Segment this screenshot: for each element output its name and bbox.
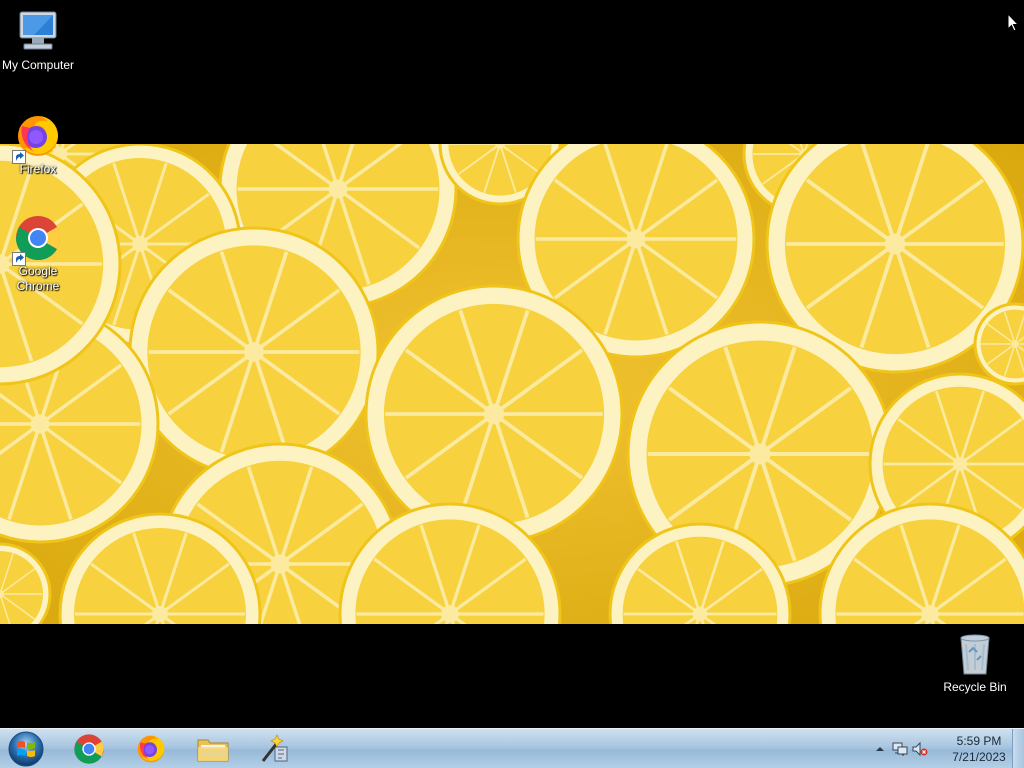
desktop-icon-label: Firefox — [19, 162, 57, 176]
network-icon[interactable] — [892, 741, 908, 757]
folder-icon — [197, 739, 229, 762]
desktop-icon-recycle-bin[interactable]: Recycle Bin — [937, 630, 1013, 695]
desktop-icon-label: Recycle Bin — [943, 680, 1007, 694]
desktop-icon-my-computer[interactable]: My Computer — [0, 8, 76, 73]
mouse-cursor-icon — [1007, 12, 1020, 35]
chrome-icon — [74, 734, 104, 764]
firefox-icon — [12, 112, 62, 164]
taskbar-explorer-button[interactable] — [184, 731, 242, 767]
clock-date: 7/21/2023 — [952, 750, 1006, 764]
recycle-bin-icon — [951, 630, 999, 678]
system-tray: 5:59 PM 7/21/2023 — [864, 729, 1024, 768]
chrome-icon — [12, 214, 62, 266]
clock-time: 5:59 PM — [956, 734, 1002, 748]
show-hidden-icons-chevron[interactable] — [872, 741, 888, 757]
show-desktop-button[interactable] — [1012, 729, 1024, 768]
desktop-icon-label: My Computer — [1, 58, 75, 72]
start-button[interactable] — [6, 730, 46, 768]
shortcut-arrow-icon — [12, 150, 26, 164]
windows-start-icon — [8, 731, 44, 767]
taskbar-chrome-button[interactable] — [60, 731, 118, 767]
taskbar: 5:59 PM 7/21/2023 — [0, 728, 1024, 768]
taskbar-tool-button[interactable] — [246, 731, 304, 767]
desktop-icon-label: Google Chrome — [16, 264, 60, 293]
desktop-wallpaper — [0, 144, 1024, 624]
volume-muted-icon[interactable] — [912, 741, 928, 757]
computer-icon — [14, 8, 62, 56]
desktop-icon-google-chrome[interactable]: Google Chrome — [0, 214, 76, 294]
taskbar-firefox-button[interactable] — [122, 731, 180, 767]
wand-tool-icon — [261, 734, 288, 762]
taskbar-clock[interactable]: 5:59 PM 7/21/2023 — [946, 733, 1012, 765]
desktop-icon-firefox[interactable]: Firefox — [0, 112, 76, 177]
shortcut-arrow-icon — [12, 252, 26, 266]
firefox-icon — [137, 735, 165, 763]
